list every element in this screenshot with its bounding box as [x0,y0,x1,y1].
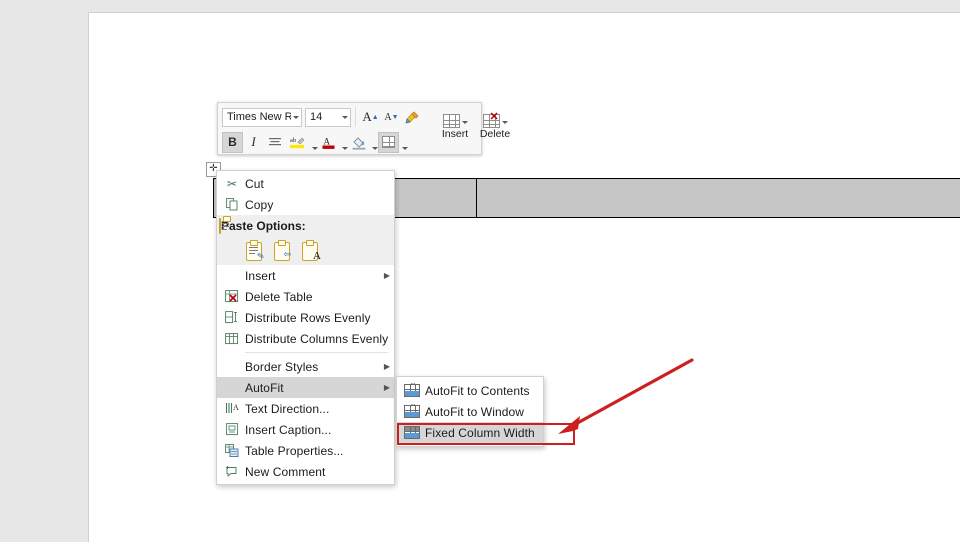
menu-item-label: Distribute Rows Evenly [245,311,394,325]
insert-table-icon [443,114,460,128]
paste-merge-icon[interactable]: ⇦ [271,240,293,262]
font-name-value: Times New Rc [227,111,291,123]
menu-item-label: Border Styles [245,360,380,374]
delete-label: Delete [480,128,510,140]
menu-item-label: Distribute Columns Evenly [245,332,394,346]
delete-table-icon [219,287,245,307]
font-size-value: 14 [310,111,340,123]
styles-button[interactable] [264,132,285,153]
menu-item-label: AutoFit [245,381,380,395]
grow-font-button[interactable]: A▲ [360,107,381,128]
autofit-submenu[interactable]: ↔ AutoFit to Contents ↔ AutoFit to Windo… [396,376,544,447]
paste-options-strip[interactable]: ✎ ⇦ A [217,237,394,265]
svg-text:ab: ab [290,137,296,144]
table-properties-icon [219,441,245,461]
menu-item-label: Text Direction... [245,402,394,416]
shrink-font-button[interactable]: A▼ [381,107,402,128]
distribute-columns-icon [219,329,245,349]
mini-formatting-toolbar[interactable]: Times New Rc 14 A▲ A▼ [217,102,482,155]
italic-button[interactable]: I [243,132,264,153]
chevron-right-icon: ▶ [380,383,394,392]
menu-item-distribute-rows[interactable]: Distribute Rows Evenly [217,307,394,328]
shading-dropdown[interactable] [369,130,378,155]
borders-icon [382,136,395,148]
paste-text-only-icon[interactable]: A [299,240,321,262]
menu-item-border-styles[interactable]: Border Styles ▶ [217,356,394,377]
menu-item-label: Insert Caption... [245,423,394,437]
toolbar-divider [355,107,356,127]
lines-icon [268,136,282,148]
submenu-item-label: AutoFit to Window [425,405,543,419]
delete-table-button[interactable]: ✕ Delete [475,106,515,155]
text-direction-icon: A [219,399,245,419]
chevron-right-icon: ▶ [380,362,394,371]
menu-item-label: Delete Table [245,290,394,304]
fixed-column-width-icon [399,423,425,443]
menu-item-delete-table[interactable]: Delete Table [217,286,394,307]
bold-button[interactable]: B [222,132,243,153]
submenu-item-label: Fixed Column Width [425,426,543,440]
chevron-down-icon [342,116,348,119]
shading-button[interactable] [348,132,369,153]
menu-item-autofit[interactable]: AutoFit ▶ [217,377,394,398]
submenu-item-label: AutoFit to Contents [425,384,543,398]
submenu-item-autofit-contents[interactable]: ↔ AutoFit to Contents [397,380,543,401]
font-color-dropdown[interactable] [339,130,348,155]
svg-text:A: A [233,403,239,412]
blank-icon [219,357,245,377]
paint-bucket-icon [351,135,367,150]
menu-item-label: Insert [245,269,380,283]
font-color-button[interactable]: A [318,132,339,153]
menu-item-label: New Comment [245,465,394,479]
chevron-down-icon [293,116,299,119]
toolbar-row-font: Times New Rc 14 A▲ A▼ [218,103,427,129]
menu-item-insert[interactable]: Insert ▶ [217,265,394,286]
insert-caption-icon [219,420,245,440]
blank-icon [219,378,245,398]
menu-item-label: Cut [245,177,394,191]
submenu-item-autofit-window[interactable]: ↔ AutoFit to Window [397,401,543,422]
paste-keep-source-icon[interactable]: ✎ [243,240,265,262]
table-cell-2[interactable] [477,178,960,218]
menu-item-new-comment[interactable]: New Comment [217,461,394,482]
menu-item-label: Copy [245,198,394,212]
blank-icon [219,266,245,286]
font-color-icon: A [321,135,336,150]
insert-table-button[interactable]: Insert [435,106,475,155]
menu-item-copy[interactable]: Copy [217,194,394,215]
font-size-combo[interactable]: 14 [305,108,351,127]
submenu-item-fixed-column-width[interactable]: Fixed Column Width [397,422,543,443]
menu-item-cut[interactable]: ✂ Cut [217,173,394,194]
copy-icon [219,195,245,215]
format-painter-button[interactable] [402,107,423,128]
distribute-rows-icon [219,308,245,328]
new-comment-icon [219,462,245,482]
highlight-dropdown[interactable] [309,130,318,155]
insert-label: Insert [442,128,468,140]
menu-item-distribute-columns[interactable]: Distribute Columns Evenly [217,328,394,349]
table-context-menu[interactable]: ✂ Cut Copy Paste Options: ✎ ⇦ A Insert ▶ [216,170,395,485]
autofit-window-icon: ↔ [399,402,425,422]
borders-dropdown[interactable] [399,130,408,155]
toolbar-row-format: B I ab [218,129,427,155]
menu-item-table-properties[interactable]: Table Properties... [217,440,394,461]
paste-icon [219,219,221,233]
menu-item-label: Table Properties... [245,444,394,458]
menu-item-insert-caption[interactable]: Insert Caption... [217,419,394,440]
paste-options-label: Paste Options: [221,219,306,233]
highlight-button[interactable]: ab [285,132,309,153]
menu-divider [245,352,388,353]
highlighter-icon: ab [289,135,306,150]
svg-text:A: A [324,136,331,146]
chevron-right-icon: ▶ [380,271,394,280]
menu-item-text-direction[interactable]: A Text Direction... [217,398,394,419]
paintbrush-icon [405,110,420,124]
scissors-icon: ✂ [219,174,245,194]
borders-button[interactable] [378,132,399,153]
autofit-contents-icon: ↔ [399,381,425,401]
font-name-combo[interactable]: Times New Rc [222,108,302,127]
paste-options-header: Paste Options: [217,215,394,237]
